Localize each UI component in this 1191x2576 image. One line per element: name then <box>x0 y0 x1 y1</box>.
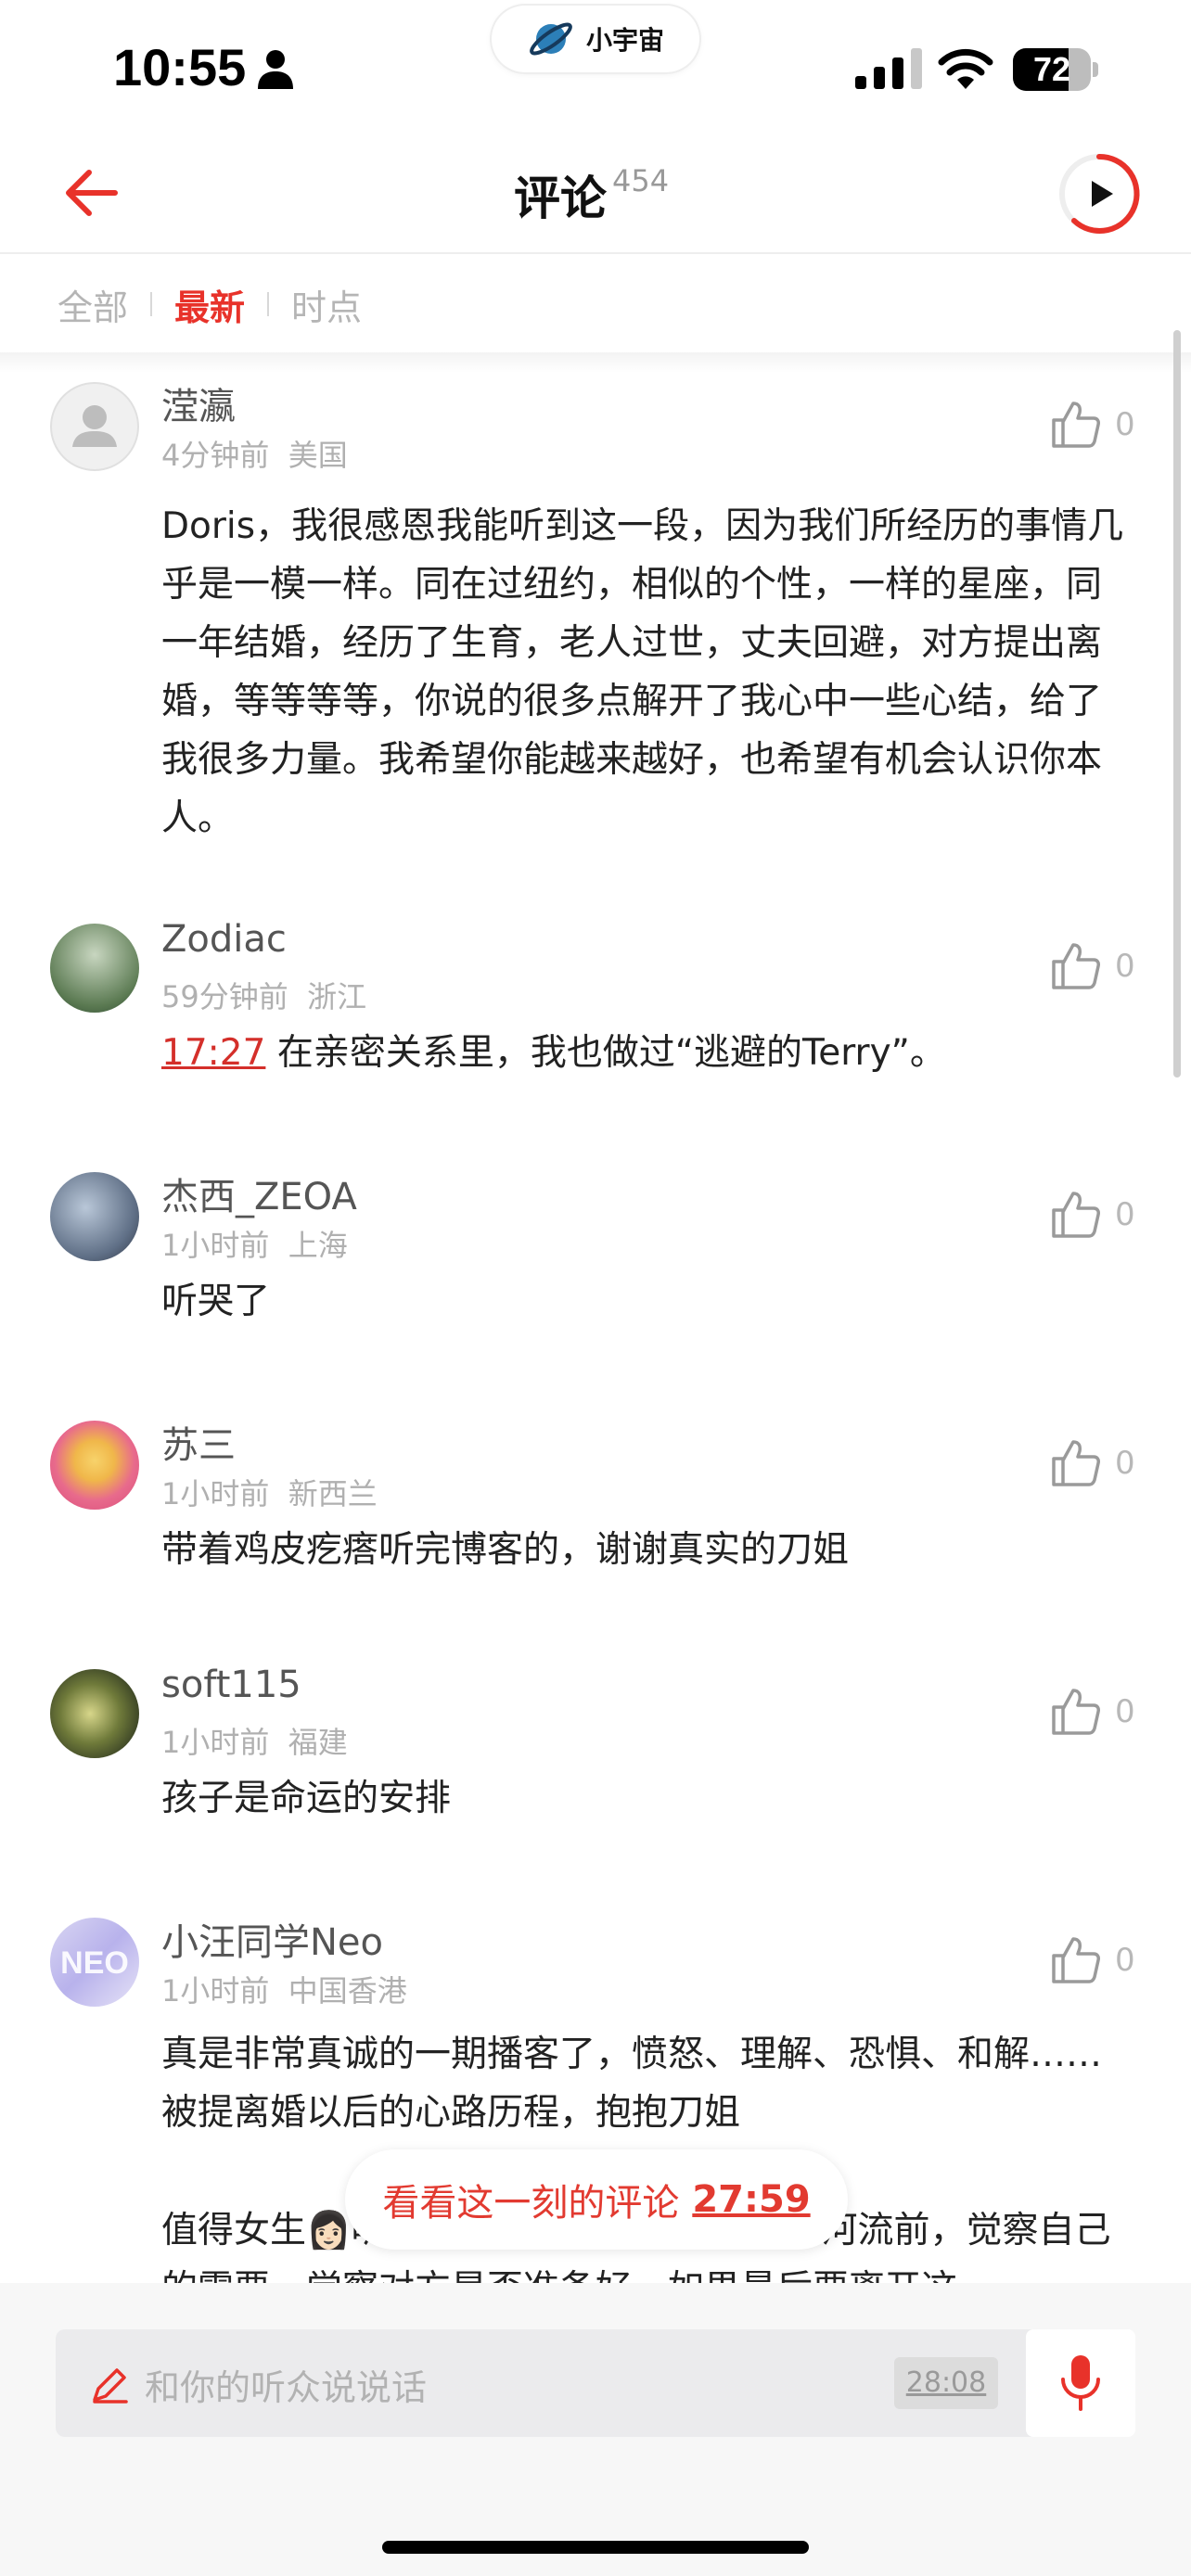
comment-location: 福建 <box>288 1725 348 1760</box>
comment-time: 1小时前 <box>161 1973 270 2009</box>
thumbs-up-icon[interactable] <box>1050 939 1102 991</box>
comment-time: 4分钟前 <box>161 438 270 473</box>
comment-meta: 4分钟前 美国 <box>161 432 348 475</box>
avatar[interactable] <box>50 1421 139 1510</box>
like-count: 0 <box>1115 1196 1135 1233</box>
svg-text:NEO: NEO <box>60 1945 129 1981</box>
comment-text: Doris，我很感恩我能听到这一段，因为我们所经历的事情几乎是一模一样。同在过纽… <box>161 505 1124 839</box>
thumbs-up-icon[interactable] <box>1050 1436 1102 1488</box>
microphone-icon <box>1061 2355 1100 2411</box>
battery-indicator: 72 <box>1013 48 1098 91</box>
bottom-bar: 和你的听众说说话 28:08 <box>0 2283 1191 2576</box>
status-bar: 10:55 小宇宙 72 <box>0 0 1191 139</box>
comment-location: 浙江 <box>307 979 367 1014</box>
comment-username[interactable]: Zodiac <box>161 918 287 961</box>
timestamp-link[interactable]: 17:27 <box>161 1032 265 1074</box>
comment-meta: 59分钟前 浙江 <box>161 974 366 1016</box>
comment-username[interactable]: 滢瀛 <box>161 376 236 430</box>
jump-to-moment-button[interactable]: 看看这一刻的评论 27:59 <box>345 2149 848 2250</box>
tab-all[interactable]: 全部 <box>58 279 128 330</box>
comment-username[interactable]: 苏三 <box>161 1415 236 1469</box>
thumbs-up-icon[interactable] <box>1050 1933 1102 1985</box>
comment-meta: 1小时前 福建 <box>161 1719 348 1762</box>
thumbs-up-icon[interactable] <box>1050 398 1102 450</box>
avatar[interactable] <box>50 1172 139 1261</box>
tab-divider <box>267 292 270 316</box>
comment-text: 听哭了 <box>161 1281 271 1322</box>
comment-location: 上海 <box>288 1228 348 1263</box>
header: 评论 454 <box>0 139 1191 254</box>
tab-bar: 全部 最新 时点 <box>0 256 1191 352</box>
signal-icon <box>855 48 922 89</box>
comment-time: 1小时前 <box>161 1228 270 1263</box>
neo-logo-icon: NEO <box>60 1945 129 1981</box>
comment-meta: 1小时前 上海 <box>161 1222 348 1265</box>
timestamp-chip[interactable]: 28:08 <box>894 2357 998 2409</box>
avatar[interactable] <box>50 1669 139 1758</box>
avatar[interactable] <box>50 382 139 471</box>
thumbs-up-icon[interactable] <box>1050 1188 1102 1240</box>
like-count: 0 <box>1115 1445 1135 1482</box>
comment-text: 真是非常真诚的一期播客了，愤怒、理解、恐惧、和解……被提离婚以后的心路历程，抱抱… <box>161 2034 1103 2134</box>
tab-latest[interactable]: 最新 <box>174 279 245 330</box>
comment-input[interactable]: 和你的听众说说话 28:08 <box>56 2329 1043 2437</box>
planet-icon <box>530 22 572 56</box>
island-label: 小宇宙 <box>585 25 664 56</box>
status-time: 10:55 <box>113 38 247 96</box>
jump-label: 看看这一刻的评论 <box>382 2182 680 2225</box>
comment-location: 美国 <box>288 438 348 473</box>
avatar[interactable]: NEO <box>50 1918 139 2007</box>
battery-level: 72 <box>1032 50 1071 88</box>
comment-count: 454 <box>612 163 670 198</box>
comment-time: 59分钟前 <box>161 979 288 1014</box>
scrollbar[interactable] <box>1173 330 1181 1078</box>
comment-meta: 1小时前 中国香港 <box>161 1968 407 2010</box>
comment-time: 1小时前 <box>161 1725 270 1760</box>
default-avatar-icon <box>50 382 139 471</box>
comment-location: 中国香港 <box>288 1973 407 2009</box>
island-pill[interactable]: 小宇宙 <box>492 6 699 72</box>
like-count: 0 <box>1115 406 1135 443</box>
comment-username[interactable]: 杰西_ZEOA <box>161 1167 357 1220</box>
tab-timepoint[interactable]: 时点 <box>291 279 362 330</box>
comment-location: 新西兰 <box>288 1476 378 1511</box>
microphone-button[interactable] <box>1026 2329 1135 2437</box>
tabs-shadow <box>0 352 1191 373</box>
tab-divider <box>150 292 153 316</box>
comment-list[interactable]: 滢瀛 4分钟前 美国 0 Doris，我很感恩我能听到这一段，因为我们所经历的事… <box>0 373 1191 2283</box>
comment-text: 17:27 在亲密关系里，我也做过“逃避的Terry”。 <box>161 1024 1135 1082</box>
wifi-icon <box>938 48 993 89</box>
comment-text: 孩子是命运的安排 <box>161 1778 452 1819</box>
thumbs-up-icon[interactable] <box>1050 1685 1102 1737</box>
comment-text-content: 在亲密关系里，我也做过“逃避的Terry”。 <box>276 1032 946 1074</box>
comment-username[interactable]: 小汪同学Neo <box>161 1912 383 1966</box>
jump-time: 27:59 <box>692 2178 811 2221</box>
like-count: 0 <box>1115 1693 1135 1730</box>
comment-time: 1小时前 <box>161 1476 270 1511</box>
person-icon <box>258 50 293 89</box>
avatar[interactable] <box>50 924 139 1013</box>
home-indicator <box>382 2541 809 2554</box>
page-title: 评论 <box>514 172 607 225</box>
play-icon[interactable] <box>1057 152 1141 236</box>
like-count: 0 <box>1115 1942 1135 1979</box>
comment-username[interactable]: soft115 <box>161 1664 301 1706</box>
like-count: 0 <box>1115 948 1135 985</box>
comment-meta: 1小时前 新西兰 <box>161 1471 378 1513</box>
pencil-icon <box>93 2368 128 2404</box>
comment-text: 带着鸡皮疙瘩听完博客的，谢谢真实的刀姐 <box>161 1529 850 1571</box>
back-arrow-icon[interactable] <box>61 167 119 219</box>
input-placeholder: 和你的听众说说话 <box>145 2367 428 2408</box>
